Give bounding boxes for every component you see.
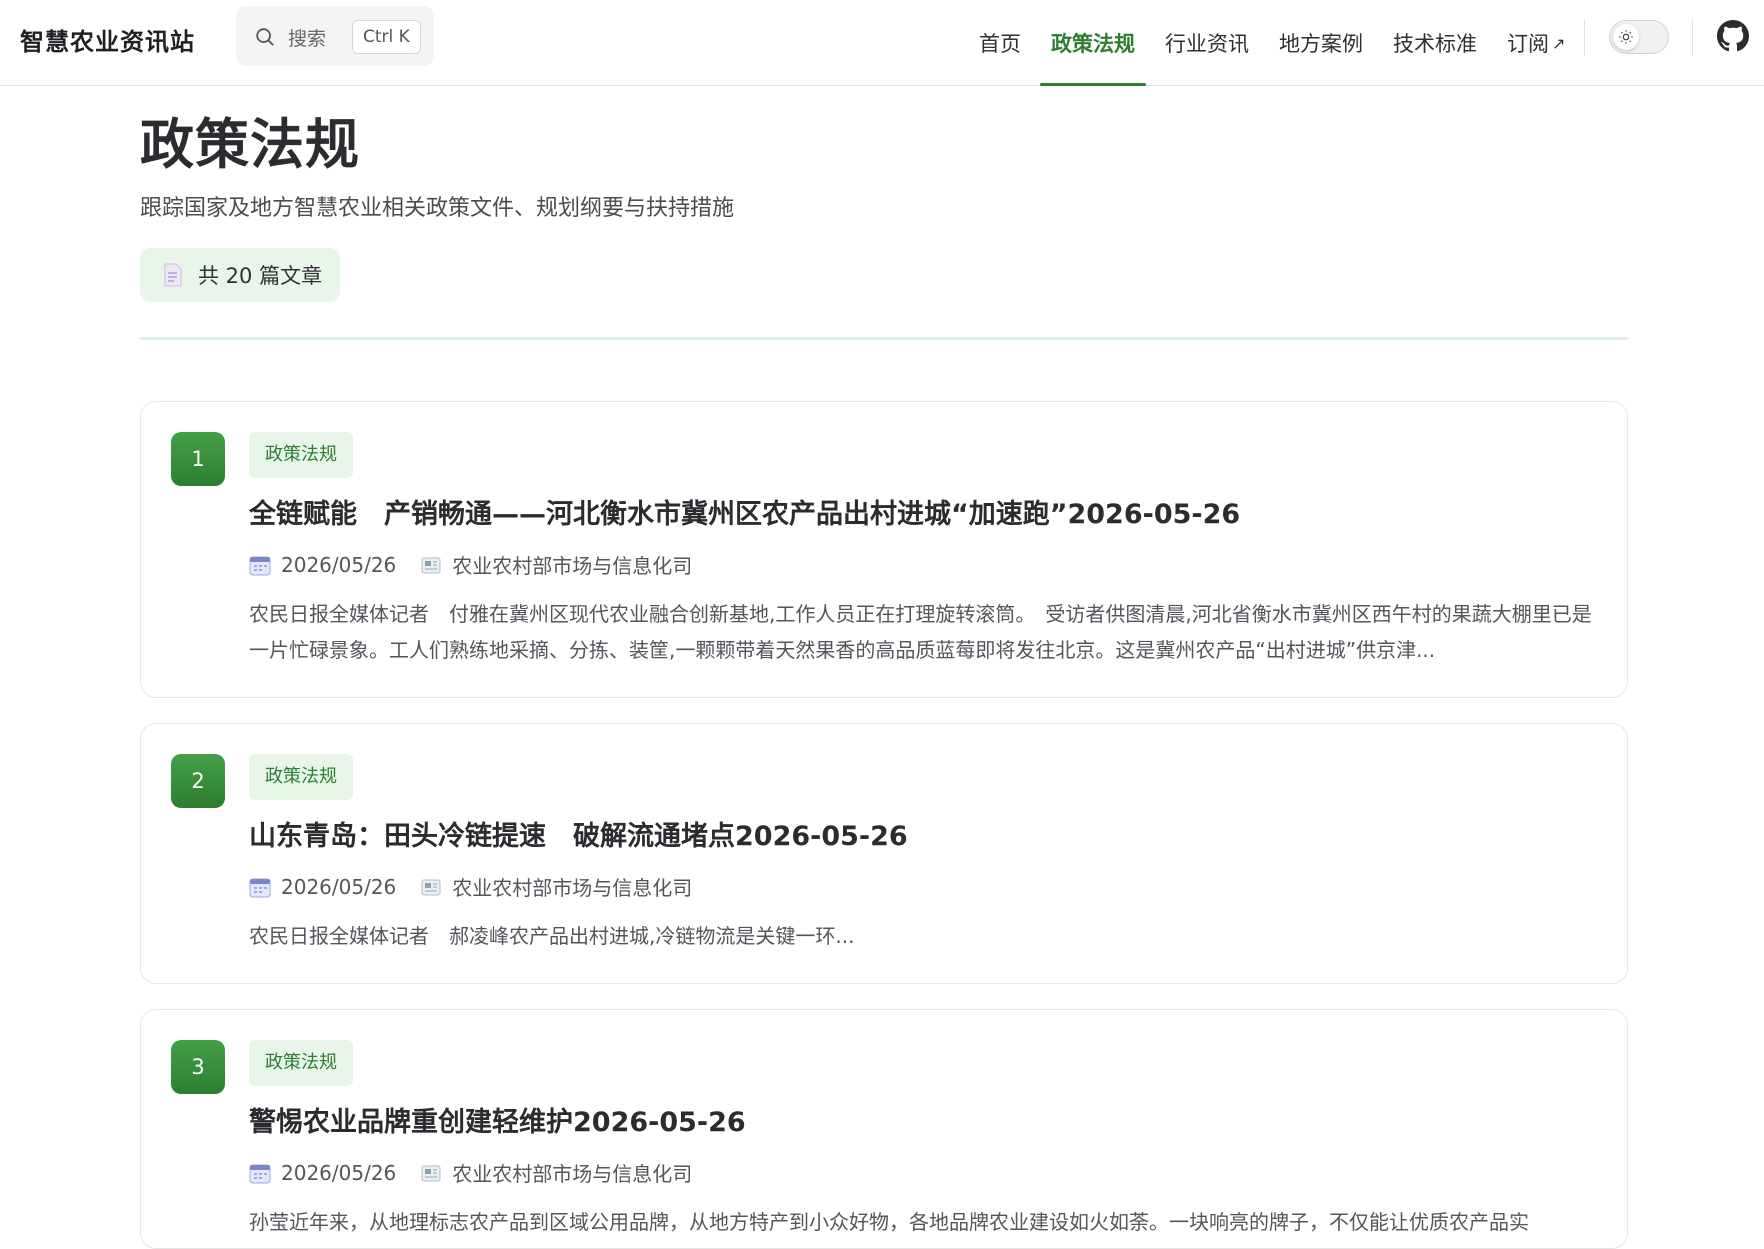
nav-item-label: 地方案例 [1279,32,1363,56]
nav-item-home[interactable]: 首页 [964,0,1036,86]
nav-links: 首页 政策法规 行业资讯 地方案例 技术标准 订阅 ↗ [964,0,1580,86]
article-count-badge: 共 20 篇文章 [140,248,341,302]
document-icon [164,263,182,287]
nav-item-label: 政策法规 [1051,32,1135,56]
external-link-icon: ↗ [1552,33,1566,53]
article-card[interactable]: 3 政策法规 警惕农业品牌重创建轻维护2026-05-26 2026/05/26… [140,1009,1628,1249]
article-source: 农业农村部市场与信息化司 [452,554,693,578]
article-date: 2026/05/26 [281,552,397,577]
page-title: 政策法规 [140,113,360,176]
sun-icon [1613,24,1639,50]
calendar-icon [249,556,271,575]
category-tag[interactable]: 政策法规 [249,432,353,478]
article-meta: 2026/05/26 农业农村部市场与信息化司 [249,550,716,579]
newspaper-icon [421,879,441,895]
newspaper-icon [421,557,441,573]
nav-item-subscribe[interactable]: 订阅 ↗ [1492,0,1580,86]
article-excerpt: 农民日报全媒体记者 郝凌峰农产品出村进城,冷链物流是关键一环... [249,924,855,948]
search-button[interactable]: 搜索 Ctrl K [236,6,434,66]
nav-divider [1692,20,1693,56]
article-source: 农业农村部市场与信息化司 [452,1162,693,1186]
article-number: 2 [171,754,225,808]
calendar-icon [249,1164,271,1183]
article-excerpt: 孙莹近年来，从地理标志农产品到区域公用品牌，从地方特产到小众好物，各地品牌农业建… [249,1210,1529,1234]
nav-item-label: 首页 [979,32,1021,56]
search-shortcut-key: Ctrl K [352,20,421,54]
newspaper-icon [421,1165,441,1181]
nav-item-local-cases[interactable]: 地方案例 [1264,0,1378,86]
article-number: 3 [171,1040,225,1094]
site-brand[interactable]: 智慧农业资讯站 [20,22,195,57]
article-title[interactable]: 全链赋能 产销畅通——河北衡水市冀州区农产品出村进城“加速跑”2026-05-2… [249,492,1240,531]
search-placeholder: 搜索 [288,28,327,50]
page-description: 跟踪国家及地方智慧农业相关政策文件、规划纲要与扶持措施 [140,196,735,221]
nav-item-tech-standards[interactable]: 技术标准 [1378,0,1492,86]
nav-item-label: 订阅 [1507,32,1549,56]
section-divider [140,337,1628,340]
github-icon[interactable] [1717,20,1749,52]
article-card[interactable]: 1 政策法规 全链赋能 产销畅通——河北衡水市冀州区农产品出村进城“加速跑”20… [140,401,1628,698]
nav-item-label: 技术标准 [1393,32,1477,56]
article-date: 2026/05/26 [281,1160,397,1185]
nav-divider [1584,20,1585,56]
search-icon [256,28,274,46]
article-meta: 2026/05/26 农业农村部市场与信息化司 [249,1158,716,1187]
top-navbar: 智慧农业资讯站 搜索 Ctrl K 首页 政策法规 行业资讯 地方案例 技术标准… [0,0,1764,86]
article-title[interactable]: 山东青岛：田头冷链提速 破解流通堵点2026-05-26 [249,814,908,853]
calendar-icon [249,878,271,897]
article-card[interactable]: 2 政策法规 山东青岛：田头冷链提速 破解流通堵点2026-05-26 2026… [140,723,1628,984]
category-tag[interactable]: 政策法规 [249,754,353,800]
nav-item-industry-news[interactable]: 行业资讯 [1150,0,1264,86]
article-source: 农业农村部市场与信息化司 [452,876,693,900]
article-number: 1 [171,432,225,486]
nav-item-policy[interactable]: 政策法规 [1036,0,1150,86]
article-title[interactable]: 警惕农业品牌重创建轻维护2026-05-26 [249,1100,746,1139]
theme-toggle[interactable] [1609,20,1669,54]
article-meta: 2026/05/26 农业农村部市场与信息化司 [249,872,716,901]
article-excerpt: 农民日报全媒体记者 付雅在冀州区现代农业融合创新基地,工作人员正在打理旋转滚筒。… [249,602,1592,662]
article-count-label: 共 20 篇文章 [198,264,323,288]
nav-item-label: 行业资讯 [1165,32,1249,56]
category-tag[interactable]: 政策法规 [249,1040,353,1086]
article-date: 2026/05/26 [281,874,397,899]
